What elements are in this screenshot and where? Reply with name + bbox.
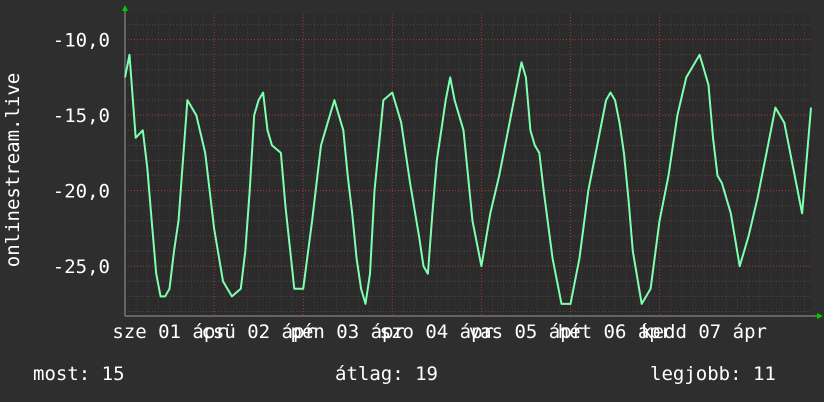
y-axis-arrow-icon bbox=[122, 5, 128, 11]
footer-average: átlag: 19 bbox=[335, 363, 438, 385]
footer-best: legjobb: 11 bbox=[650, 363, 776, 385]
plot-area bbox=[125, 14, 811, 316]
y-tick-label: -15,0 bbox=[53, 105, 110, 127]
y-axis-label: onlinestream.live bbox=[2, 73, 24, 267]
x-tick-label: kedd 07 ápr bbox=[641, 321, 767, 343]
footer-current: most: 15 bbox=[33, 363, 125, 385]
x-axis-ticks: sze 01 áprcsü 02 áprpén 03 áprszo 04 ápr… bbox=[112, 321, 767, 343]
y-tick-label: -20,0 bbox=[53, 181, 110, 203]
line-chart: -10,0 -15,0 -20,0 -25,0 sze 01 áprcsü 02 áp… bbox=[2, 5, 823, 343]
x-axis-arrow-icon bbox=[817, 313, 823, 319]
y-tick-label: -10,0 bbox=[53, 30, 110, 52]
y-axis-ticks: -10,0 -15,0 -20,0 -25,0 bbox=[53, 30, 110, 279]
y-tick-label: -25,0 bbox=[53, 256, 110, 278]
